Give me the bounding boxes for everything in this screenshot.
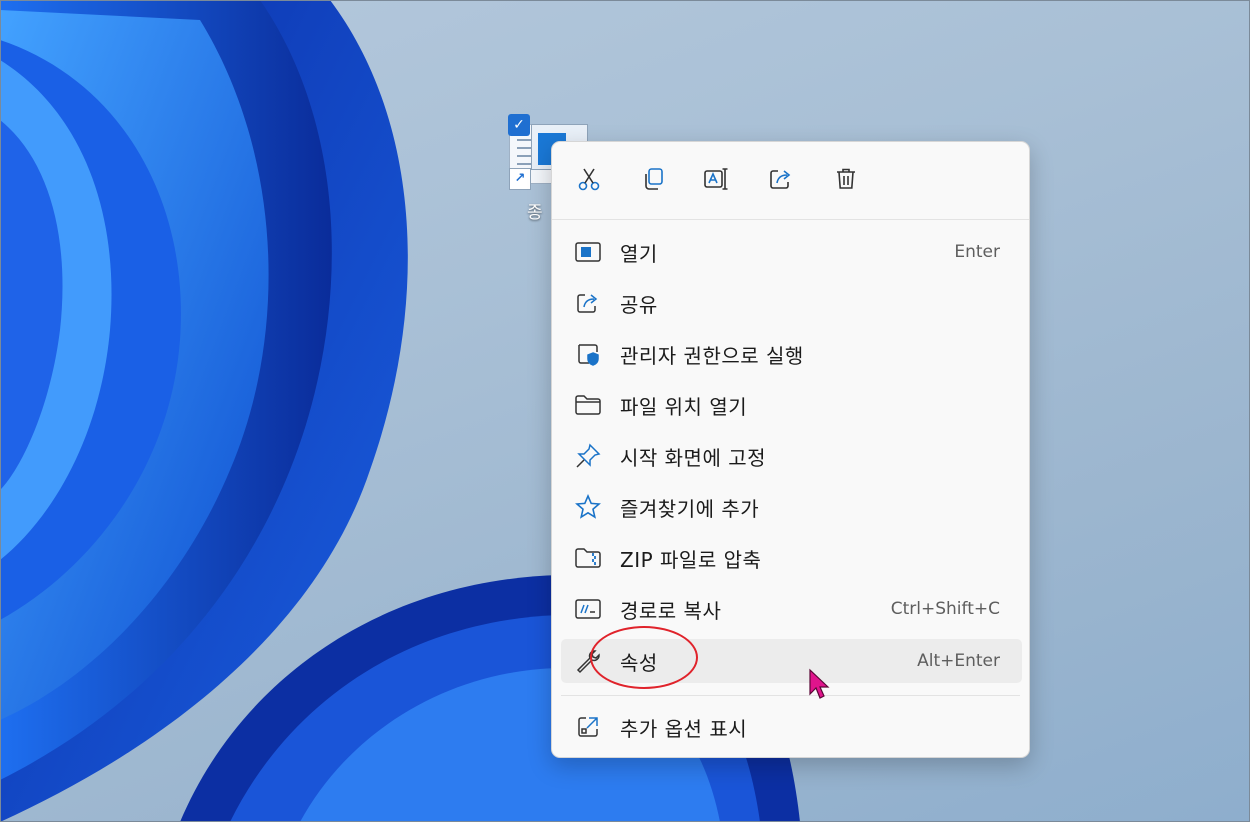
menu-item-share[interactable]: 공유 xyxy=(561,281,1022,325)
menu-item-add-to-favorites[interactable]: 즐겨찾기에 추가 xyxy=(561,485,1022,529)
menu-item-label: ZIP 파일로 압축 xyxy=(620,547,762,572)
context-menu-toolbar xyxy=(552,142,1029,220)
annotation-circle xyxy=(590,626,698,689)
share-icon xyxy=(573,288,603,318)
menu-item-label: 열기 xyxy=(620,241,658,266)
shortcut-arrow-icon: ↗ xyxy=(509,168,531,190)
copy-button[interactable] xyxy=(636,162,670,196)
run-as-admin-icon xyxy=(573,339,603,369)
menu-item-label: 경로로 복사 xyxy=(620,598,722,623)
menu-item-open-file-location[interactable]: 파일 위치 열기 xyxy=(561,383,1022,427)
pin-icon xyxy=(573,441,603,471)
menu-item-label: 공유 xyxy=(620,292,658,317)
delete-button[interactable] xyxy=(829,162,863,196)
menu-item-copy-as-path[interactable]: 경로로 복사 Ctrl+Shift+C xyxy=(561,587,1022,631)
menu-item-shortcut: Ctrl+Shift+C xyxy=(890,599,1000,619)
folder-icon xyxy=(573,390,603,420)
menu-item-shortcut: Enter xyxy=(954,242,1000,262)
menu-item-label: 시작 화면에 고정 xyxy=(620,445,767,470)
more-options-icon xyxy=(573,712,603,742)
menu-item-label: 파일 위치 열기 xyxy=(620,394,748,419)
menu-item-label: 추가 옵션 표시 xyxy=(620,716,748,741)
menu-item-shortcut: Alt+Enter xyxy=(917,651,1000,671)
rename-button[interactable] xyxy=(700,162,734,196)
rename-icon xyxy=(704,168,728,190)
open-app-icon xyxy=(573,237,603,267)
star-icon xyxy=(573,492,603,522)
share-button[interactable] xyxy=(764,162,798,196)
desktop-icon-label: 종 xyxy=(527,203,543,223)
toolbar-divider xyxy=(552,219,1029,220)
menu-item-open[interactable]: 열기 Enter xyxy=(561,230,1022,274)
cut-icon xyxy=(578,168,600,191)
menu-item-compress-zip[interactable]: ZIP 파일로 압축 xyxy=(561,536,1022,580)
menu-divider xyxy=(561,695,1020,696)
delete-icon xyxy=(837,168,855,189)
copy-path-icon xyxy=(573,594,603,624)
checkbox-icon[interactable]: ✓ xyxy=(508,114,530,136)
menu-item-run-as-admin[interactable]: 관리자 권한으로 실행 xyxy=(561,332,1022,376)
share-icon xyxy=(770,170,791,189)
mouse-pointer-icon xyxy=(809,668,830,699)
zip-folder-icon xyxy=(573,543,603,573)
menu-item-label: 즐겨찾기에 추가 xyxy=(620,496,760,521)
menu-item-label: 관리자 권한으로 실행 xyxy=(620,343,804,368)
menu-item-pin-to-start[interactable]: 시작 화면에 고정 xyxy=(561,434,1022,478)
copy-icon xyxy=(645,168,663,190)
menu-item-show-more-options[interactable]: 추가 옵션 표시 xyxy=(561,705,1022,749)
cut-button[interactable] xyxy=(572,162,606,196)
